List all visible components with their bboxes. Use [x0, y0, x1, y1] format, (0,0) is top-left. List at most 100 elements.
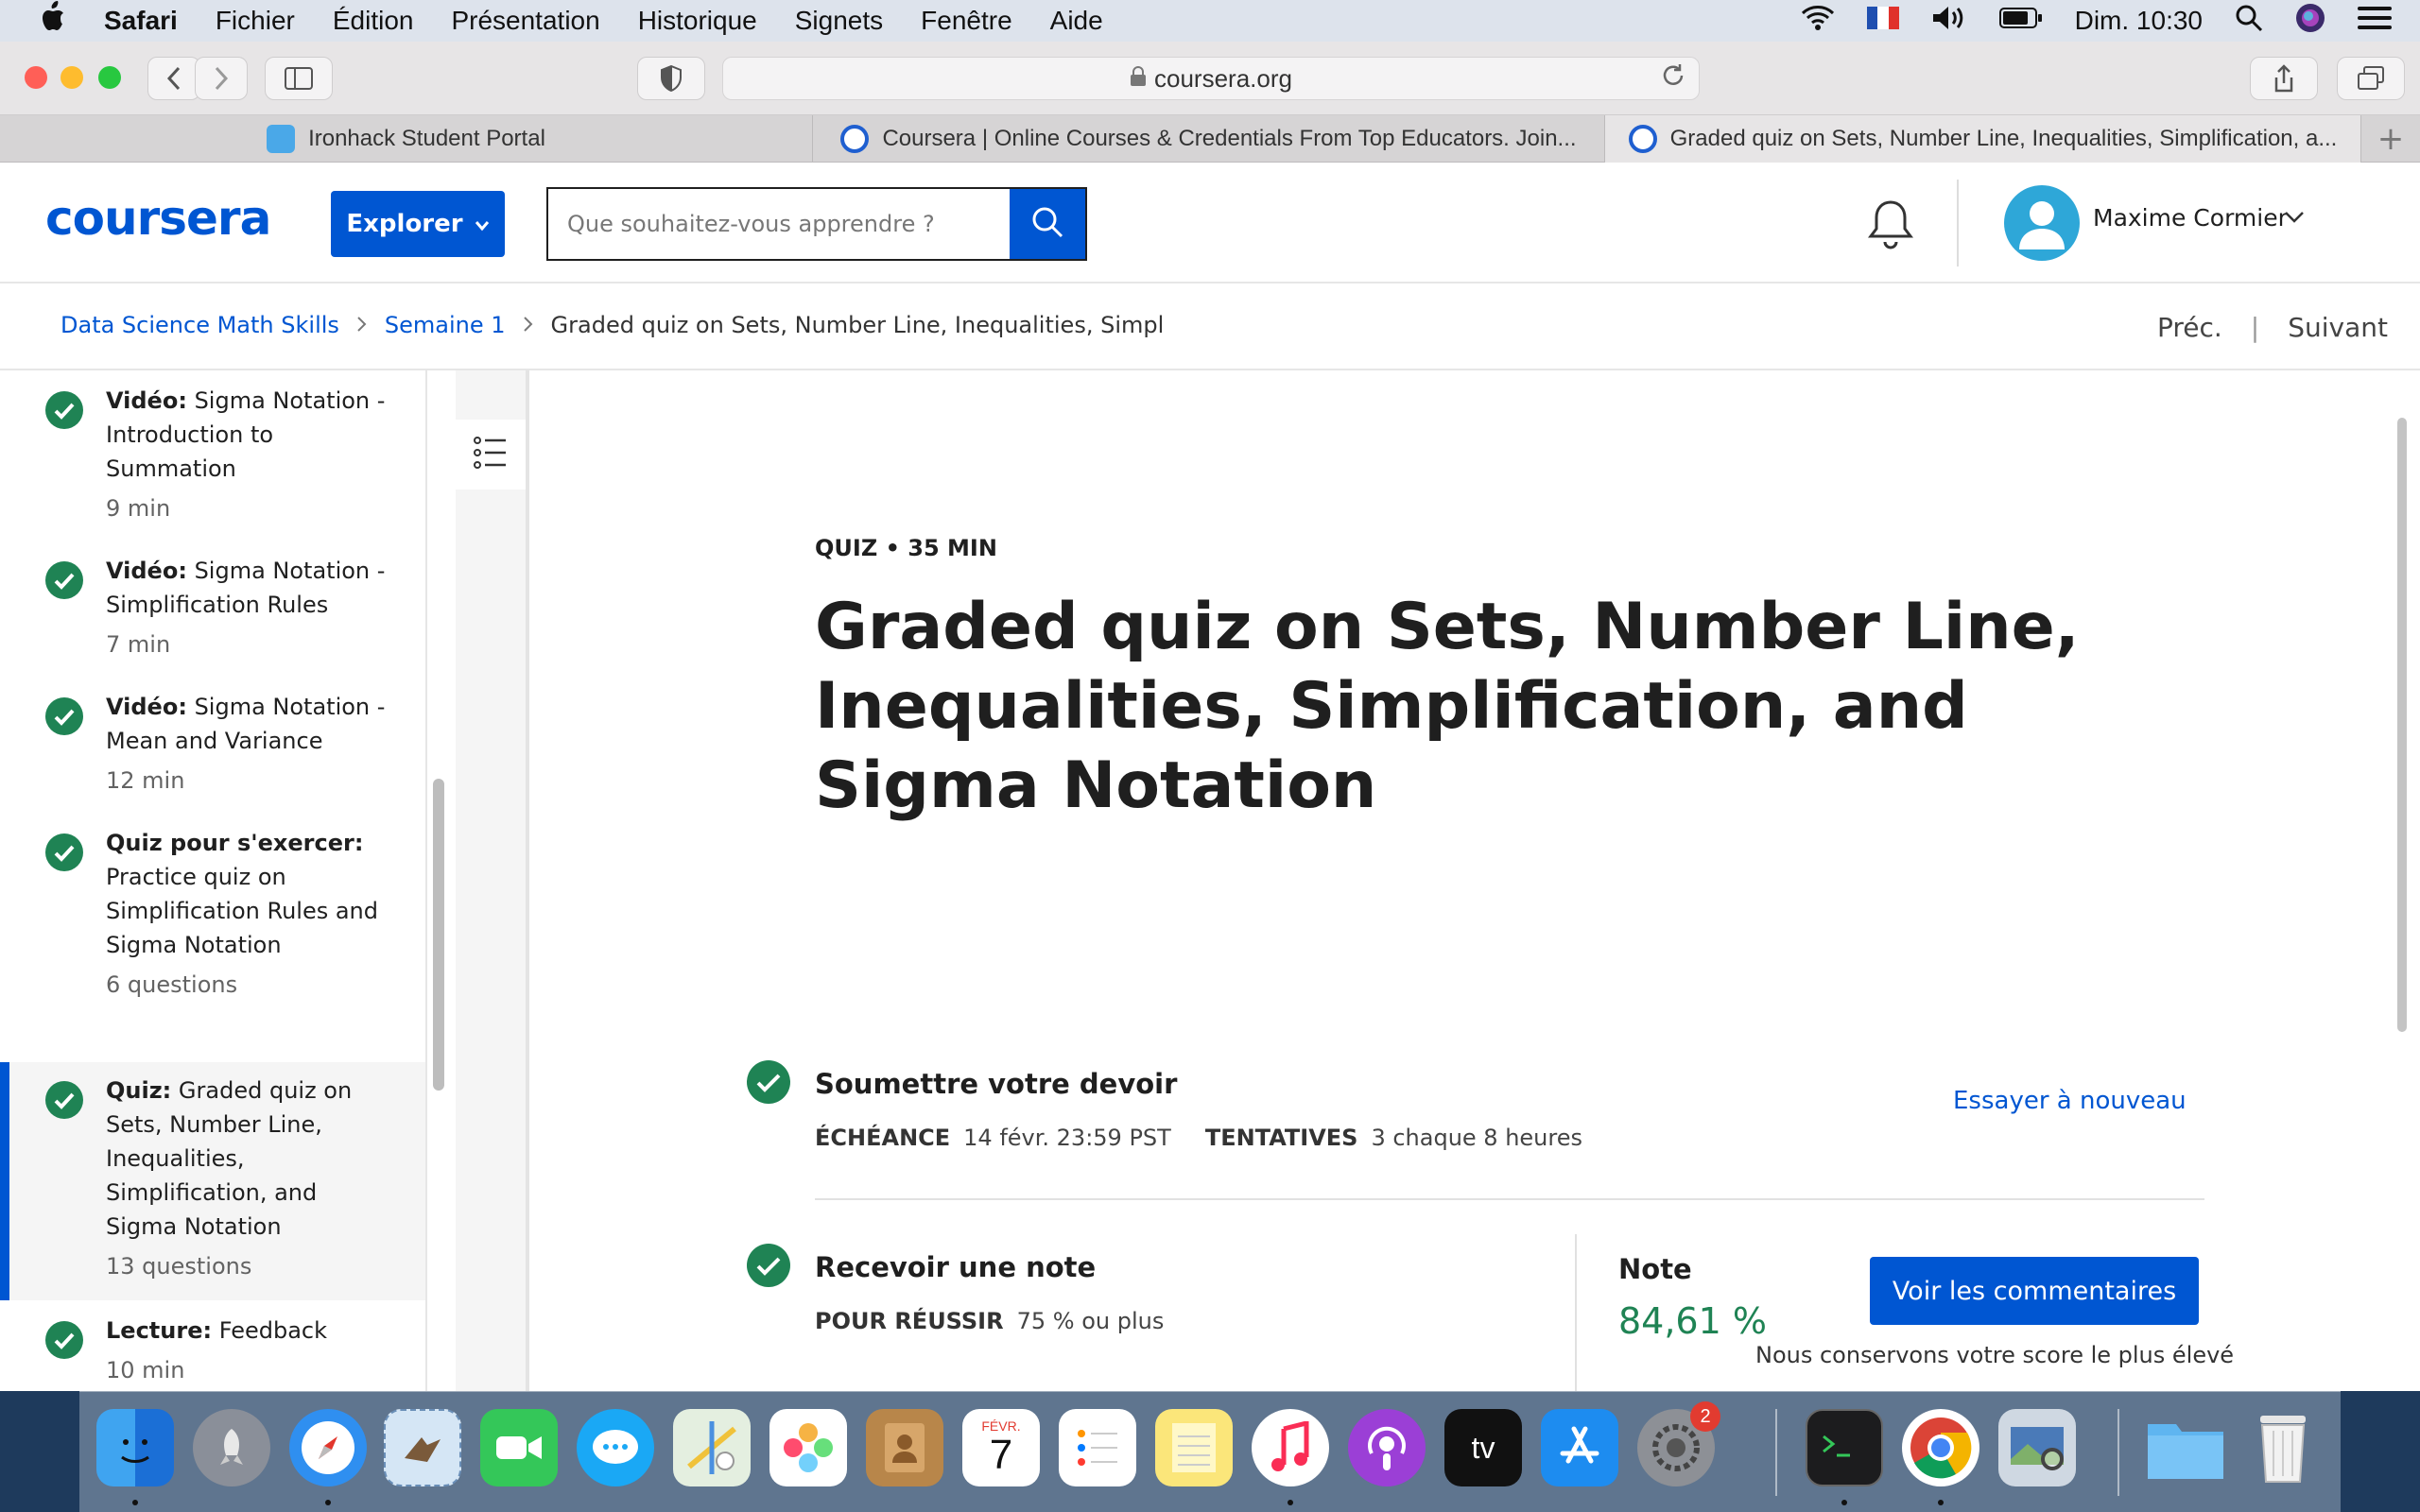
menu-fenetre[interactable]: Fenêtre: [921, 6, 1012, 36]
retry-link[interactable]: Essayer à nouveau: [1953, 1087, 2187, 1115]
maps-icon[interactable]: [673, 1409, 751, 1486]
notification-badge: 2: [1690, 1401, 1720, 1432]
back-button[interactable]: [147, 57, 200, 100]
chrome-icon[interactable]: [1902, 1409, 1979, 1486]
system-preferences-icon[interactable]: 2: [1637, 1401, 1720, 1486]
french-flag-icon[interactable]: [1866, 6, 1899, 36]
app-store-icon[interactable]: [1541, 1409, 1618, 1486]
menu-clock[interactable]: Dim. 10:30: [2075, 6, 2203, 36]
main-content: QUIZ • 35 MIN Graded quiz on Sets, Numbe…: [533, 370, 2407, 1391]
reload-icon[interactable]: [1661, 63, 1685, 94]
list-item-current[interactable]: Quiz: Graded quiz on Sets, Number Line, …: [0, 1062, 425, 1300]
attempts-value: 3 chaque 8 heures: [1371, 1125, 1582, 1151]
spotlight-search-icon[interactable]: [2235, 4, 2263, 39]
contacts-icon[interactable]: [866, 1409, 943, 1486]
reminders-icon[interactable]: [1059, 1409, 1136, 1486]
coursera-logo[interactable]: coursera: [45, 191, 271, 246]
outline-toggle-button[interactable]: [456, 420, 526, 490]
list-item[interactable]: Vidéo: Sigma Notation - Simplification R…: [0, 554, 425, 662]
wifi-icon[interactable]: [1801, 5, 1835, 38]
tab-label: Ironhack Student Portal: [308, 126, 545, 151]
messages-icon[interactable]: [577, 1409, 654, 1486]
breadcrumb: Data Science Math Skills Semaine 1 Grade…: [60, 312, 1164, 338]
volume-icon[interactable]: [1931, 5, 1967, 38]
downloads-folder-icon[interactable]: [2146, 1409, 2223, 1486]
menu-edition[interactable]: Édition: [333, 6, 414, 36]
item-duration: 13 questions: [106, 1253, 252, 1280]
due-label: ÉCHÉANCE: [815, 1125, 951, 1151]
macos-dock: FÉVR. 7 tv 2: [79, 1391, 2341, 1512]
list-item[interactable]: Lecture: Feedback 10 min: [0, 1314, 425, 1387]
notifications-bell-icon[interactable]: [1866, 198, 1923, 255]
photos-icon[interactable]: [769, 1409, 847, 1486]
breadcrumb-week[interactable]: Semaine 1: [385, 312, 506, 338]
share-button[interactable]: [2250, 57, 2318, 100]
calendar-icon[interactable]: FÉVR. 7: [962, 1409, 1040, 1486]
tab-overview-button[interactable]: [2337, 57, 2405, 100]
facetime-icon[interactable]: [480, 1409, 558, 1486]
grade-meta: POUR RÉUSSIR 75 % ou plus: [815, 1308, 1164, 1334]
mail-icon[interactable]: [384, 1409, 461, 1486]
terminal-icon[interactable]: [1806, 1409, 1883, 1486]
list-item[interactable]: Quiz pour s'exercer: Practice quiz on Si…: [0, 826, 425, 1002]
coursera-favicon-icon: [1628, 125, 1657, 153]
calendar-day: 7: [989, 1432, 1013, 1478]
main-scrollbar[interactable]: [2397, 418, 2407, 1032]
menu-fichier[interactable]: Fichier: [216, 6, 295, 36]
tab-graded-quiz[interactable]: Graded quiz on Sets, Number Line, Inequa…: [1605, 115, 2361, 163]
podcasts-icon[interactable]: [1348, 1409, 1426, 1486]
preview-icon[interactable]: [1998, 1409, 2076, 1486]
tab-ironhack[interactable]: Ironhack Student Portal: [0, 115, 813, 163]
close-window-button[interactable]: [25, 66, 47, 89]
view-feedback-button[interactable]: Voir les commentaires: [1870, 1257, 2199, 1325]
apple-tv-icon[interactable]: tv: [1444, 1409, 1522, 1486]
chevron-right-icon: [356, 312, 368, 338]
forward-button[interactable]: [195, 57, 248, 100]
search-input[interactable]: [546, 187, 1010, 261]
privacy-shield-icon[interactable]: [637, 57, 705, 100]
highest-score-note: Nous conservons votre score le plus élev…: [1755, 1342, 2235, 1368]
sidebar-scrollbar[interactable]: [433, 779, 444, 1091]
menu-presentation[interactable]: Présentation: [451, 6, 599, 36]
siri-icon[interactable]: [2295, 3, 2325, 40]
user-name[interactable]: Maxime Cormier: [2093, 204, 2288, 232]
completed-check-icon: [45, 561, 83, 599]
address-bar[interactable]: coursera.org: [722, 57, 1700, 100]
next-link[interactable]: Suivant: [2288, 312, 2388, 343]
menu-aide[interactable]: Aide: [1050, 6, 1103, 36]
menu-signets[interactable]: Signets: [795, 6, 883, 36]
previous-link[interactable]: Préc.: [2157, 312, 2222, 343]
tab-bar: Ironhack Student Portal Coursera | Onlin…: [0, 115, 2420, 163]
macos-menu-bar: Safari Fichier Édition Présentation Hist…: [0, 0, 2420, 42]
menu-app-safari[interactable]: Safari: [104, 6, 178, 36]
finder-icon[interactable]: [96, 1409, 174, 1486]
chevron-down-icon[interactable]: [2284, 202, 2305, 231]
menu-historique[interactable]: Historique: [638, 6, 757, 36]
launchpad-icon[interactable]: [193, 1409, 270, 1486]
list-item[interactable]: Vidéo: Sigma Notation - Mean and Varianc…: [0, 690, 425, 798]
control-center-icon[interactable]: [2358, 6, 2392, 37]
coursera-header: coursera Explorer Maxime Cormier: [0, 163, 2420, 284]
completed-check-icon: [747, 1244, 790, 1287]
avatar[interactable]: [2004, 185, 2080, 261]
breadcrumb-course[interactable]: Data Science Math Skills: [60, 312, 339, 338]
trash-icon[interactable]: [2244, 1409, 2322, 1486]
running-indicator: [1841, 1500, 1847, 1505]
search-button[interactable]: [1010, 187, 1087, 261]
minimize-window-button[interactable]: [60, 66, 83, 89]
list-item[interactable]: Vidéo: Sigma Notation - Introduction to …: [0, 384, 425, 525]
battery-icon[interactable]: [1998, 6, 2043, 36]
zoom-window-button[interactable]: [98, 66, 121, 89]
item-duration: 10 min: [106, 1357, 185, 1383]
notes-icon[interactable]: [1155, 1409, 1233, 1486]
course-outline-sidebar: Vidéo: Sigma Notation - Introduction to …: [0, 370, 427, 1391]
apple-menu-icon[interactable]: [0, 0, 104, 42]
safari-icon[interactable]: [289, 1409, 367, 1486]
music-icon[interactable]: [1252, 1409, 1329, 1486]
tab-coursera-home[interactable]: Coursera | Online Courses & Credentials …: [813, 115, 1605, 163]
explore-button[interactable]: Explorer: [331, 191, 505, 257]
item-duration: 6 questions: [106, 971, 238, 998]
safari-window: coursera.org Ironhack Student Portal Cou…: [0, 42, 2420, 1391]
new-tab-button[interactable]: +: [2361, 115, 2420, 163]
sidebar-toggle-button[interactable]: [265, 57, 333, 100]
